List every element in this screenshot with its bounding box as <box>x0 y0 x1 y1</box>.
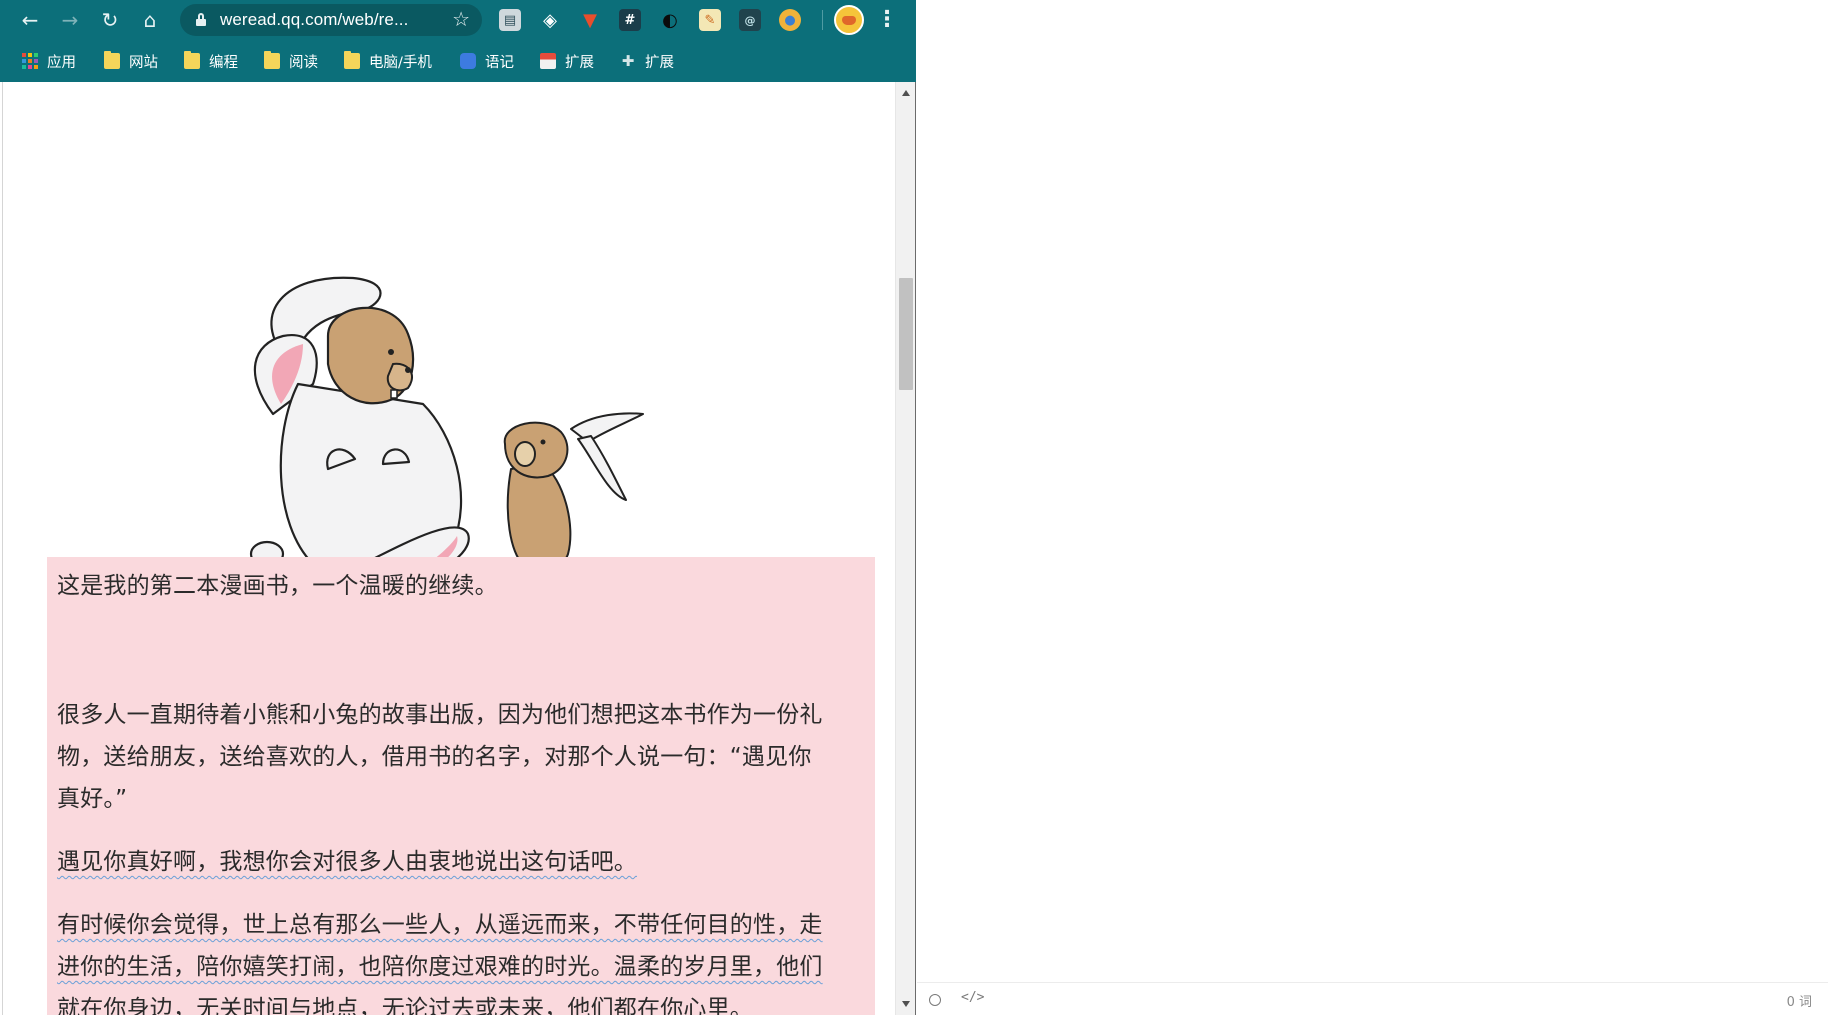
page-scrollbar[interactable] <box>895 82 915 1015</box>
source-code-toggle[interactable]: </> <box>961 990 984 1005</box>
back-arrow-icon[interactable]: ← <box>16 6 44 34</box>
bookmark-apps[interactable]: 应用 <box>22 48 76 74</box>
reader-extension-icon[interactable]: ▤ <box>499 9 521 31</box>
bookmark-yuji[interactable]: 语记 <box>460 48 514 74</box>
puzzle-icon: ✚ <box>621 52 635 70</box>
paragraph-2-line-1[interactable]: 很多人一直期待着小熊和小兔的故事出版，因为他们想把这本书作为一份礼 <box>57 694 823 736</box>
bookmark-label: 阅读 <box>289 54 318 71</box>
paragraph-3-underlined[interactable]: 遇见你真好啊，我想你会对很多人由衷地说出这句话吧。 <box>57 841 637 883</box>
notes-extension-icon[interactable]: ✎ <box>699 9 721 31</box>
bookmark-label: 语记 <box>485 54 514 71</box>
more-menu-icon[interactable]: ⋮ <box>876 6 898 34</box>
globe-extension-icon[interactable]: ● <box>779 9 801 31</box>
bookmark-label: 应用 <box>47 54 76 71</box>
bookmark-folder-websites[interactable]: 网站 <box>104 48 158 74</box>
bookmark-label: 扩展 <box>565 54 594 71</box>
address-bar[interactable]: weread.qq.com/web/re... ☆ <box>180 4 482 36</box>
hashtag-extension-icon[interactable]: # <box>619 9 641 31</box>
bookmark-extensions-store[interactable]: 扩展 <box>540 48 594 74</box>
bookmarks-bar: 应用 网站 编程 阅读 电脑/手机 语记 扩展 ✚ 扩展 <box>0 44 916 78</box>
scroll-down-arrow-icon[interactable] <box>902 1001 910 1007</box>
profile-avatar[interactable] <box>834 5 864 35</box>
url-text: weread.qq.com/web/re... <box>220 10 409 29</box>
bookmark-folder-programming[interactable]: 编程 <box>184 48 238 74</box>
browser-window: ← → ↻ ⌂ weread.qq.com/web/re... ☆ ▤ ◈ ▼ … <box>0 0 916 1015</box>
folder-icon <box>264 51 280 69</box>
bookmark-label: 扩展 <box>645 54 674 71</box>
folder-icon <box>104 51 120 69</box>
note-app-icon <box>460 53 476 69</box>
browser-toolbar: ← → ↻ ⌂ weread.qq.com/web/re... ☆ ▤ ◈ ▼ … <box>0 0 916 40</box>
word-count: 0 词 <box>1786 995 1812 1010</box>
bookmark-label: 网站 <box>129 54 158 71</box>
editor-pane[interactable]: </> 0 词 <box>917 0 1828 1015</box>
bookmark-label: 编程 <box>209 54 238 71</box>
editor-status-bar: </> 0 词 <box>917 982 1828 1015</box>
paragraph-4-line-2[interactable]: 进你的生活，陪你嬉笑打闹，也陪你度过艰难的时光。温柔的岁月里，他们 <box>57 946 823 988</box>
browser-chrome: ← → ↻ ⌂ weread.qq.com/web/re... ☆ ▤ ◈ ▼ … <box>0 0 916 82</box>
bookmark-folder-devices[interactable]: 电脑/手机 <box>344 48 432 74</box>
marker-extension-icon[interactable]: ▼ <box>579 9 601 31</box>
diamond-extension-icon[interactable]: ◈ <box>539 9 561 31</box>
screenshot-extension-icon[interactable]: @ <box>739 9 761 31</box>
apps-grid-icon <box>22 53 38 69</box>
home-icon[interactable]: ⌂ <box>136 6 164 34</box>
page-viewport[interactable]: 这是我的第二本漫画书，一个温暖的继续。 很多人一直期待着小熊和小兔的故事出版，因… <box>2 82 895 1015</box>
paragraph-1[interactable]: 这是我的第二本漫画书，一个温暖的继续。 <box>57 565 498 607</box>
scroll-up-arrow-icon[interactable] <box>902 90 910 96</box>
scrollbar-thumb[interactable] <box>899 278 913 390</box>
toolbar-divider <box>822 10 823 30</box>
mouse-extension-icon[interactable]: ◐ <box>659 9 681 31</box>
bookmark-folder-reading[interactable]: 阅读 <box>264 48 318 74</box>
reload-icon[interactable]: ↻ <box>96 6 124 34</box>
paragraph-4-line-1[interactable]: 有时候你会觉得，世上总有那么一些人，从遥远而来，不带任何目的性，走 <box>57 904 823 946</box>
bookmark-label: 电脑/手机 <box>369 54 432 71</box>
paragraph-2-line-2[interactable]: 物，送给朋友，送给喜欢的人，借用书的名字，对那个人说一句：“遇见你 <box>57 736 812 778</box>
lock-icon <box>196 13 206 26</box>
paragraph-4-line-3[interactable]: 就在你身边，无关时间与地点，无论过去或未来，他们都在你心里。 <box>57 988 753 1015</box>
bookmark-star-icon[interactable]: ☆ <box>452 7 470 31</box>
folder-icon <box>344 51 360 69</box>
status-circle-icon[interactable] <box>929 994 941 1006</box>
folder-icon <box>184 51 200 69</box>
store-icon <box>540 53 556 69</box>
bookmark-extensions[interactable]: ✚ 扩展 <box>620 48 674 74</box>
paragraph-2-line-3[interactable]: 真好。” <box>57 778 127 820</box>
forward-arrow-icon[interactable]: → <box>56 6 84 34</box>
